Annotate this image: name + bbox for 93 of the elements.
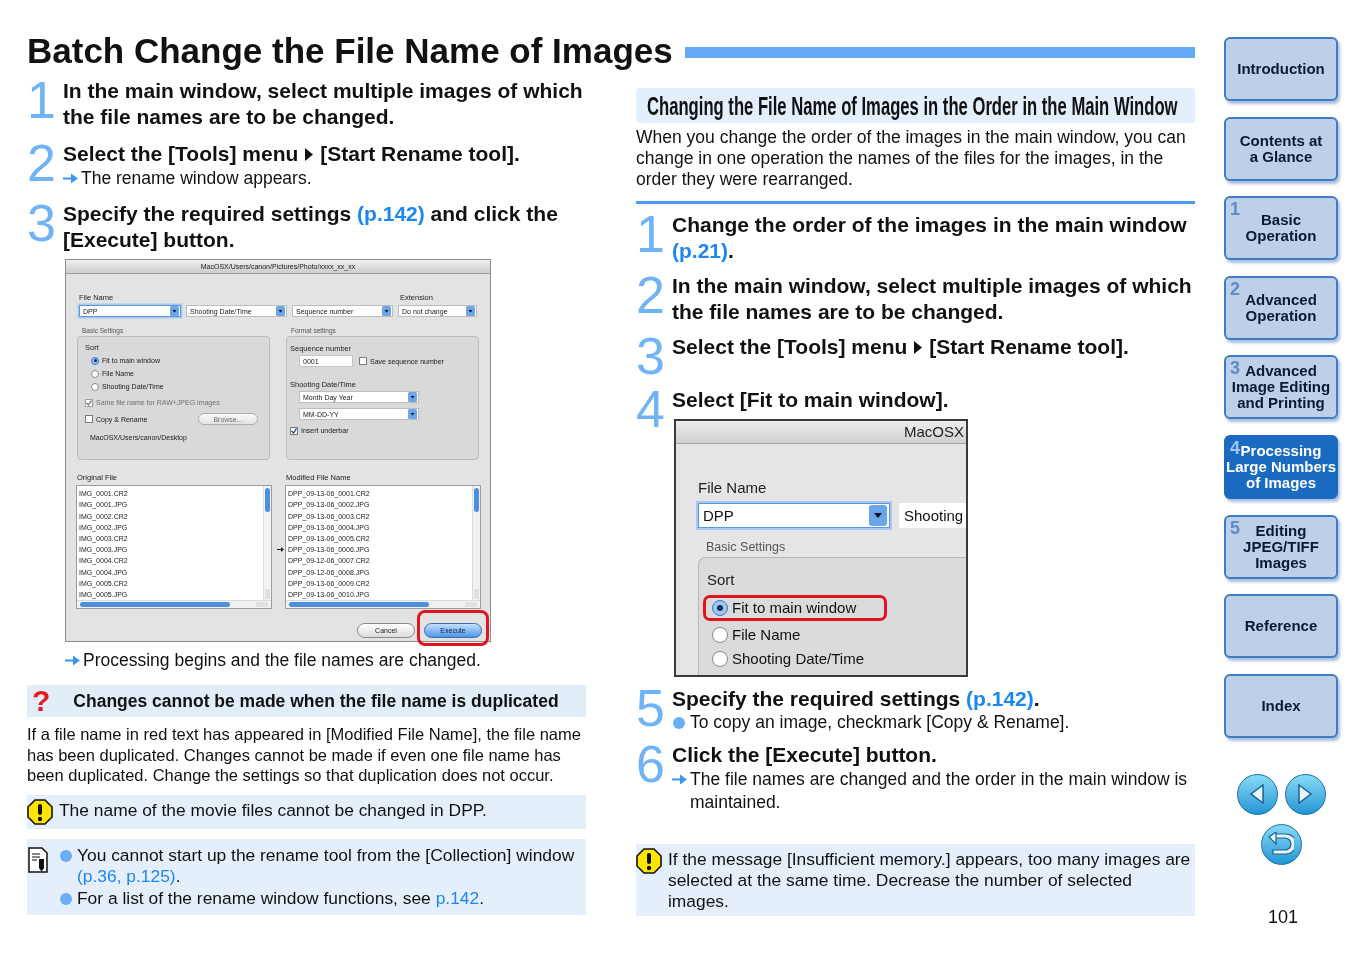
- page-link[interactable]: (p.142): [357, 202, 425, 225]
- return-arrow-icon: [1268, 832, 1294, 857]
- left-triangle-icon: [1249, 784, 1265, 805]
- nav-button[interactable]: 2 Advanced Operation: [1224, 275, 1338, 340]
- result-text: The rename window appears.: [81, 167, 312, 190]
- nav-button[interactable]: Contents at a Glance: [1224, 116, 1338, 181]
- step-number: 1: [27, 78, 54, 122]
- bullet-icon: [60, 892, 72, 905]
- memo-icon: [28, 846, 48, 873]
- step-number: 1: [636, 212, 663, 256]
- bullet-text: To copy an image, checkmark [Copy & Rename].: [690, 712, 1070, 733]
- checkmark-icon: [291, 427, 297, 434]
- step-number: 2: [636, 273, 663, 317]
- checkbox[interactable]: [85, 415, 93, 423]
- question-mark-icon: ?: [32, 686, 51, 716]
- right-arrow-icon: [65, 655, 80, 666]
- nav-button[interactable]: Introduction: [1224, 37, 1338, 101]
- nav-button[interactable]: 5 Editing JPEG/TIFF Images: [1224, 514, 1338, 579]
- caution-heading: Changes cannot be made when the file name is duplicated: [73, 690, 559, 712]
- step-number: 5: [636, 686, 663, 730]
- step-number: 3: [27, 201, 54, 245]
- horizontal-scrollbar[interactable]: [286, 600, 480, 608]
- nav-button[interactable]: Reference: [1224, 594, 1338, 659]
- section-heading: Changing the File Name of Images in the Order in the Main Window: [647, 90, 1178, 121]
- note-text: The name of the movie files cannot be changed in DPP.: [59, 799, 487, 821]
- step-heading: Select [Fit to main window].: [672, 387, 950, 413]
- bullet-icon: [673, 717, 685, 729]
- nav-button[interactable]: Index: [1224, 673, 1338, 738]
- chapter-number: 4: [1230, 437, 1240, 458]
- radio-button[interactable]: [91, 356, 99, 365]
- chapter-number: 3: [1230, 358, 1240, 379]
- bullet-icon: [60, 849, 72, 862]
- chapter-number: 1: [1230, 199, 1240, 220]
- note-text: You cannot start up the rename tool from the [Collection] window (p.36, p.125).: [77, 844, 576, 887]
- caution-text: If a file name in red text has appeared in [Modified File Name], the file name has been duplicated. Changes cannot be made if even one file name has been duplicated. Change the settings so that duplication does not occur.: [27, 724, 582, 786]
- menu-arrow-icon: [305, 147, 314, 161]
- result-text: Processing begins and the file names are changed.: [83, 649, 481, 672]
- checkbox[interactable]: [359, 357, 367, 365]
- note-text: For a list of the rename window functions, see p.142.: [77, 887, 484, 909]
- previous-page-button[interactable]: [1236, 773, 1278, 815]
- step-heading: In the main window, select multiple images of which the file names are to be changed.: [63, 78, 584, 130]
- dropdown[interactable]: Shooting: [899, 503, 966, 528]
- note-text: If the message [Insufficient memory.] appears, too many images are selected at the same time. Decrease the number of selected images.: [668, 849, 1192, 912]
- vertical-scrollbar[interactable]: [472, 486, 480, 600]
- page-link[interactable]: (p.21): [672, 239, 728, 262]
- step-number: 6: [636, 742, 663, 786]
- radio-button[interactable]: [91, 382, 99, 391]
- step-number: 4: [636, 387, 663, 431]
- right-arrow-icon: [672, 774, 687, 785]
- return-button[interactable]: [1260, 823, 1302, 865]
- right-arrow-icon: [63, 173, 78, 184]
- chapter-number: 2: [1230, 278, 1240, 299]
- step-number: 3: [636, 334, 663, 378]
- step-heading: Specify the required settings (p.142).: [672, 686, 1041, 712]
- next-page-button[interactable]: [1284, 773, 1326, 815]
- checkbox[interactable]: [290, 426, 298, 435]
- dropdown[interactable]: DPP: [698, 503, 890, 528]
- step-heading: [Start Rename tool].: [320, 141, 520, 167]
- intro-text: When you change the order of the images in the main window, you can change in one operation the names of the files for the images, in the order they were rearranged.: [636, 127, 1187, 190]
- field-label: File Name: [698, 479, 767, 497]
- horizontal-scrollbar[interactable]: [77, 600, 271, 608]
- vertical-scrollbar[interactable]: [263, 486, 271, 600]
- nav-button[interactable]: 1 Basic Operation: [1224, 196, 1338, 261]
- option-label: Fit to main window: [732, 599, 857, 617]
- option-label: File Name: [732, 626, 801, 644]
- page-number: 101: [1267, 905, 1298, 928]
- chapter-number: 5: [1230, 517, 1240, 538]
- radio-button[interactable]: [712, 651, 728, 667]
- page-title: Batch Change the File Name of Images: [27, 30, 673, 72]
- radio-button[interactable]: [91, 369, 99, 378]
- radio-button[interactable]: [712, 600, 728, 616]
- result-text: The file names are changed and the order in the main window is maintained.: [690, 768, 1189, 814]
- step-heading: [Start Rename tool].: [929, 334, 1129, 360]
- step-number: 2: [27, 141, 54, 185]
- step-heading: Change the order of the images in the main window (p.21).: [672, 212, 1188, 264]
- menu-arrow-icon: [914, 340, 923, 354]
- checkmark-icon: [86, 399, 92, 406]
- page-link[interactable]: (p.142): [966, 687, 1034, 710]
- warning-icon: [27, 798, 53, 825]
- group-legend: Basic Settings: [706, 540, 786, 555]
- warning-icon: [636, 848, 662, 874]
- step-heading: Specify the required settings (p.142) and click the [Execute] button.: [63, 201, 559, 253]
- step-heading: Select the [Tools] menu: [63, 141, 299, 167]
- nav-button[interactable]: 3 Advanced Image Editing and Printing: [1224, 355, 1338, 420]
- option-label: Shooting Date/Time: [732, 650, 864, 668]
- window-title: MacOSX: [904, 423, 964, 441]
- nav-button[interactable]: 4Processing Large Numbers of Images: [1224, 434, 1338, 499]
- step-heading: Select the [Tools] menu: [672, 334, 908, 360]
- step-heading: Click the [Execute] button.: [672, 742, 938, 768]
- right-triangle-icon: [1297, 784, 1313, 805]
- step-heading: In the main window, select multiple images of which the file names are to be changed.: [672, 273, 1193, 325]
- radio-button[interactable]: [712, 627, 728, 643]
- group-label: Sort: [707, 571, 735, 589]
